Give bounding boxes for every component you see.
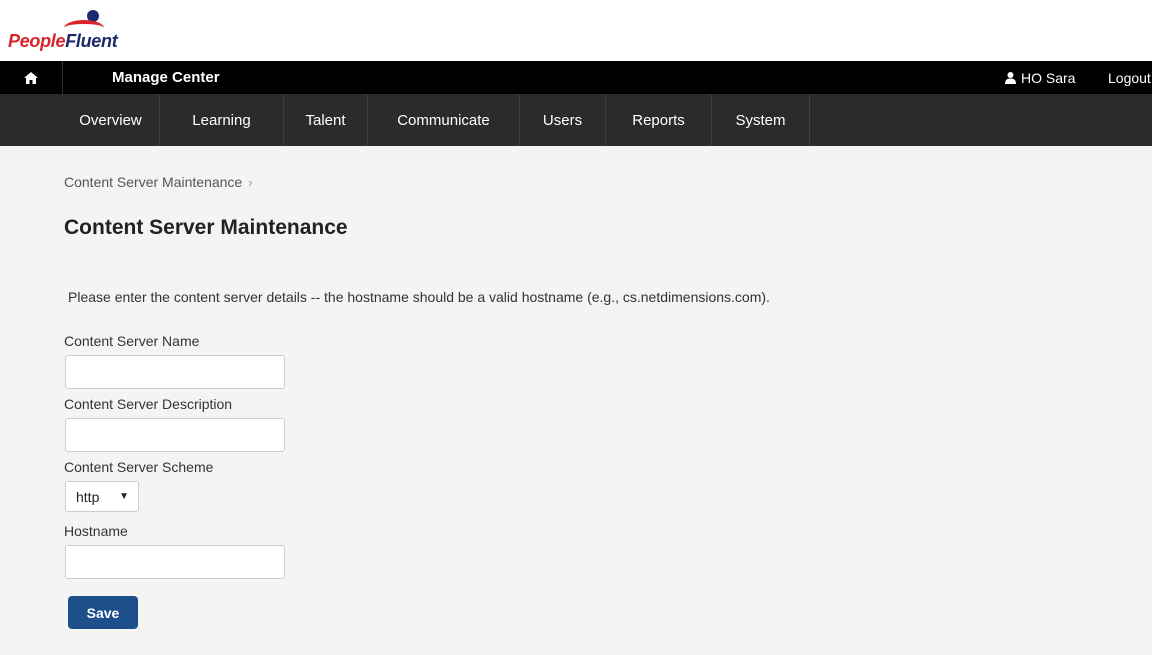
top-bar: Manage Center HO Sara Logout — [0, 61, 1152, 94]
content-server-description-input[interactable] — [65, 418, 285, 452]
scheme-selected-value: http — [76, 488, 100, 505]
content-server-scheme-select[interactable]: http ▼ — [65, 481, 139, 512]
user-name: HO Sara — [1021, 70, 1076, 86]
logo-text: PeopleFluent — [8, 31, 118, 51]
app-title: Manage Center — [112, 69, 220, 86]
nav-learning[interactable]: Learning — [160, 94, 284, 146]
peoplefluent-logo[interactable]: PeopleFluent — [7, 8, 157, 56]
home-icon — [24, 71, 38, 84]
nav-users[interactable]: Users — [520, 94, 606, 146]
breadcrumb-separator-icon: › — [248, 175, 253, 190]
nav-talent[interactable]: Talent — [284, 94, 368, 146]
nav-overview[interactable]: Overview — [62, 94, 160, 146]
dropdown-caret-icon: ▼ — [119, 491, 129, 502]
breadcrumb: Content Server Maintenance › — [64, 174, 253, 190]
user-icon — [1005, 72, 1016, 84]
nav-system[interactable]: System — [712, 94, 810, 146]
breadcrumb-item[interactable]: Content Server Maintenance — [64, 174, 242, 190]
hostname-label: Hostname — [64, 523, 128, 539]
content-server-name-label: Content Server Name — [64, 333, 200, 349]
content-area: Content Server Maintenance › Content Serv… — [0, 146, 1152, 655]
save-button[interactable]: Save — [68, 596, 138, 629]
page-title: Content Server Maintenance — [64, 216, 348, 239]
logo-bar: PeopleFluent — [0, 0, 1152, 61]
content-server-scheme-label: Content Server Scheme — [64, 459, 214, 475]
hostname-input[interactable] — [65, 545, 285, 579]
instructions-text: Please enter the content server details … — [68, 289, 770, 305]
nav-reports[interactable]: Reports — [606, 94, 712, 146]
main-nav: Overview Learning Talent Communicate Use… — [0, 94, 1152, 146]
content-server-description-label: Content Server Description — [64, 396, 233, 412]
logout-link[interactable]: Logout — [1108, 70, 1151, 86]
nav-communicate[interactable]: Communicate — [368, 94, 520, 146]
user-menu[interactable]: HO Sara — [1005, 70, 1075, 86]
home-button[interactable] — [0, 61, 63, 94]
content-server-name-input[interactable] — [65, 355, 285, 389]
